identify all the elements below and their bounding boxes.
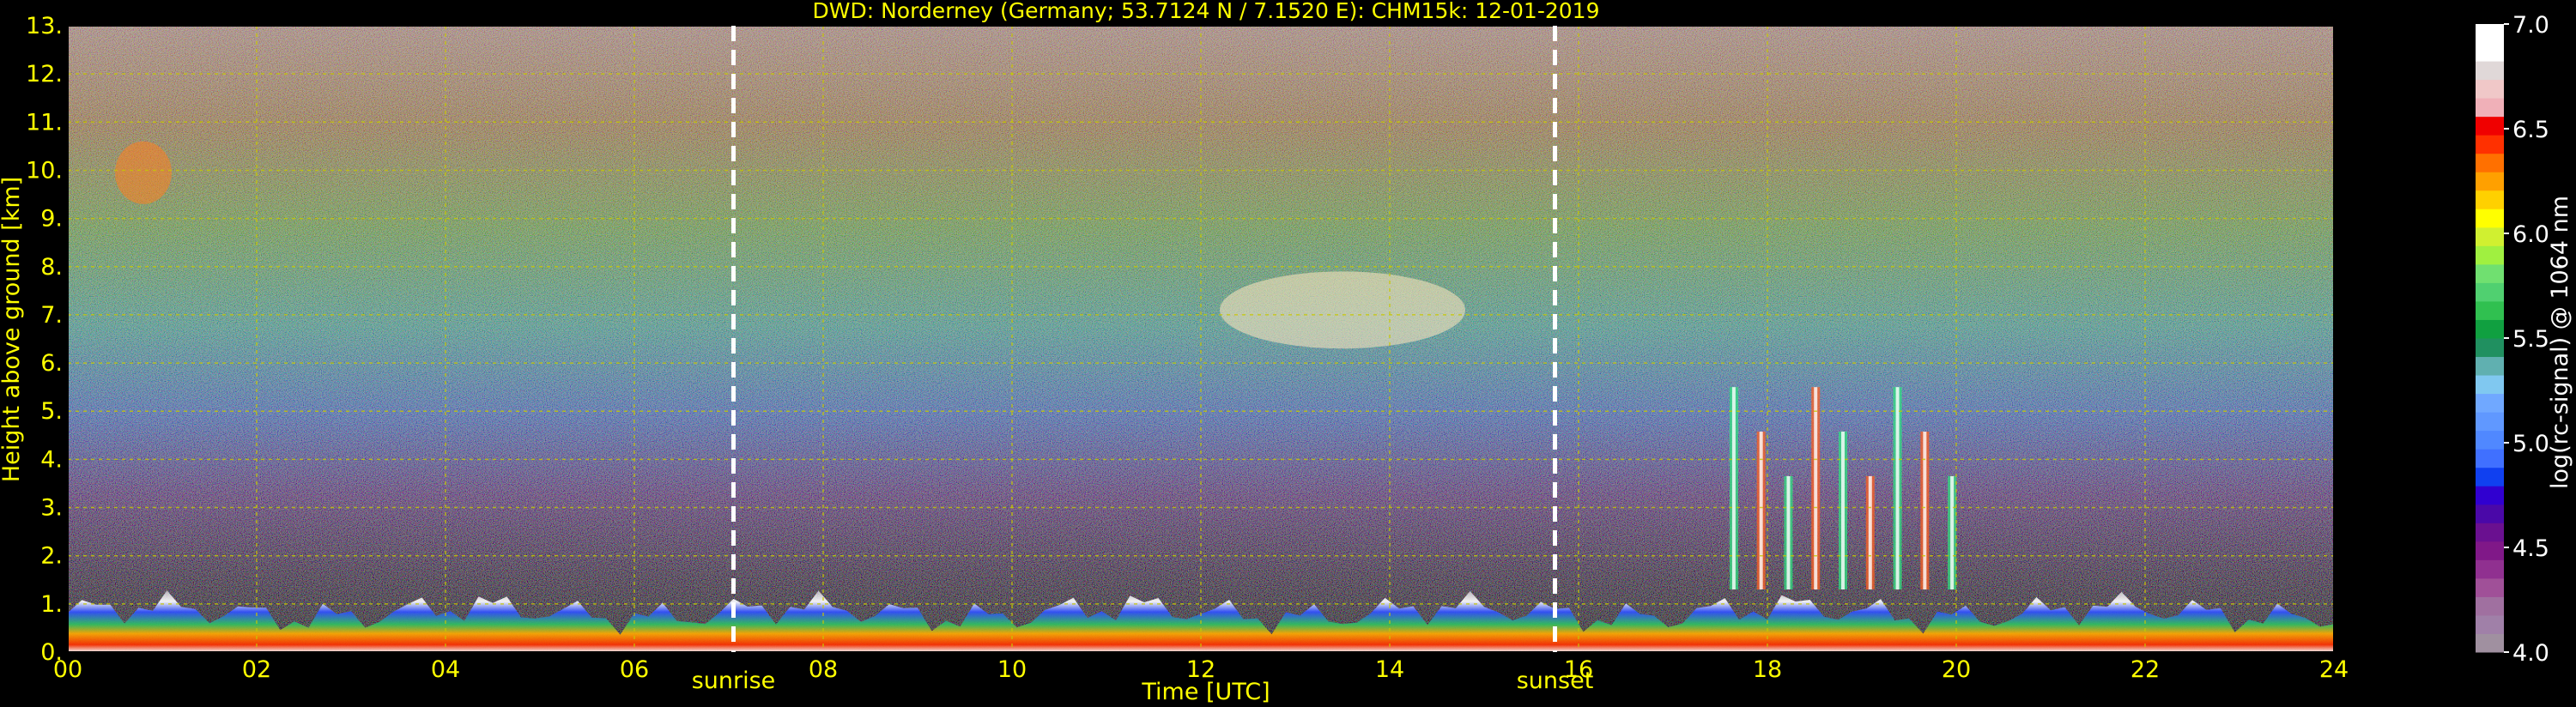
x-tick-label: 18 [1753,656,1782,683]
colorbar-tick-label: 6.5 [2512,117,2549,143]
colorbar: 4.0 4.5 5.0 5.5 6.0 6.5 7.0 [2476,12,2549,667]
colorbar-segment [2476,263,2504,283]
y-tick-label: 13. [26,13,63,39]
colorbar-segment [2476,79,2504,99]
y-tick-label: 3. [40,495,63,522]
y-axis-label: Height above ground [km] [0,177,25,482]
colorbar-segment [2476,61,2504,81]
y-tick-label: 6. [40,350,63,377]
feature-cirrus [1220,271,1465,349]
colorbar-segment [2476,375,2504,395]
y-tick-label: 11. [26,109,63,136]
y-tick-label: 5. [40,398,63,425]
marker-label-sunrise: sunrise [692,668,776,694]
colorbar-tick-label: 4.0 [2512,640,2549,667]
colorbar-tick-label: 4.5 [2512,535,2549,562]
colorbar-segment [2476,356,2504,376]
x-tick-label: 08 [809,656,838,683]
colorbar-segment [2476,338,2504,358]
colorbar-segment [2476,412,2504,432]
x-axis-label: Time [UTC] [1141,679,1270,705]
colorbar-segment [2476,24,2504,44]
colorbar-segment [2476,596,2504,616]
colorbar-segment [2476,449,2504,468]
colorbar-segment [2476,172,2504,191]
colorbar-segment [2476,153,2504,172]
colorbar-segment [2476,135,2504,154]
x-tick-label: 24 [2319,656,2349,683]
y-tick-label: 7. [40,302,63,329]
x-tick-label: 16 [1564,656,1593,683]
colorbar-segment [2476,42,2504,62]
lidar-chart: sunrise sunset 0.1.2.3.4.5.6.7.8.9.10.11.… [0,0,2573,705]
y-tick-label: 12. [26,61,63,88]
colorbar-segment [2476,227,2504,246]
colorbar-segment [2476,504,2504,523]
x-tick-label: 22 [2131,656,2160,683]
colorbar-segment [2476,467,2504,486]
x-tick-label: 06 [620,656,649,683]
colorbar-segment [2476,116,2504,136]
colorbar-tick-label: 5.0 [2512,431,2549,457]
colorbar-segment [2476,300,2504,320]
colorbar-segment [2476,319,2504,339]
colorbar-segment [2476,245,2504,265]
colorbar-segment [2476,486,2504,505]
colorbar-segment [2476,430,2504,450]
colorbar-segment [2476,523,2504,542]
y-tick-label: 1. [40,591,63,618]
feature-high-layer [115,141,172,204]
colorbar-segment [2476,633,2504,653]
x-tick-label: 04 [431,656,460,683]
x-tick-label: 10 [997,656,1027,683]
colorbar-tick-label: 5.5 [2512,326,2549,353]
colorbar-segment [2476,577,2504,597]
colorbar-segment [2476,393,2504,413]
x-tick-label: 02 [242,656,271,683]
chart-title: DWD: Norderney (Germany; 53.7124 N / 7.1… [813,0,1600,23]
y-tick-label: 10. [26,157,63,184]
y-tick-label: 9. [40,206,63,233]
colorbar-segment [2476,208,2504,228]
colorbar-segment [2476,190,2504,209]
colorbar-segment [2476,614,2504,634]
colorbar-tick-label: 7.0 [2512,12,2549,39]
y-tick-label: 8. [40,254,63,281]
colorbar-segment [2476,282,2504,302]
colorbar-tick-label: 6.0 [2512,221,2549,248]
colorbar-segment [2476,541,2504,560]
x-tick-label: 20 [1942,656,1971,683]
y-tick-label: 2. [40,543,63,570]
x-tick-label: 00 [53,656,82,683]
colorbar-label: log(rc-signal) @ 1064 nm [2547,196,2573,489]
colorbar-segment [2476,98,2504,118]
x-tick-label: 14 [1375,656,1404,683]
colorbar-segment [2476,559,2504,579]
y-tick-label: 4. [40,446,63,473]
